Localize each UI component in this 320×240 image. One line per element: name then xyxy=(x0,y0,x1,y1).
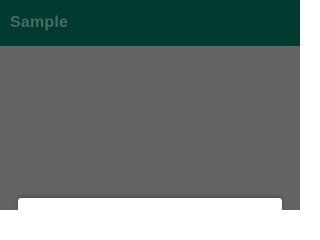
app-screen: Sample xyxy=(0,0,300,210)
dimmed-content-area[interactable] xyxy=(0,46,300,210)
app-title: Sample xyxy=(10,14,69,31)
bottom-sheet-dialog[interactable] xyxy=(18,198,282,210)
app-bar: Sample xyxy=(0,0,300,46)
